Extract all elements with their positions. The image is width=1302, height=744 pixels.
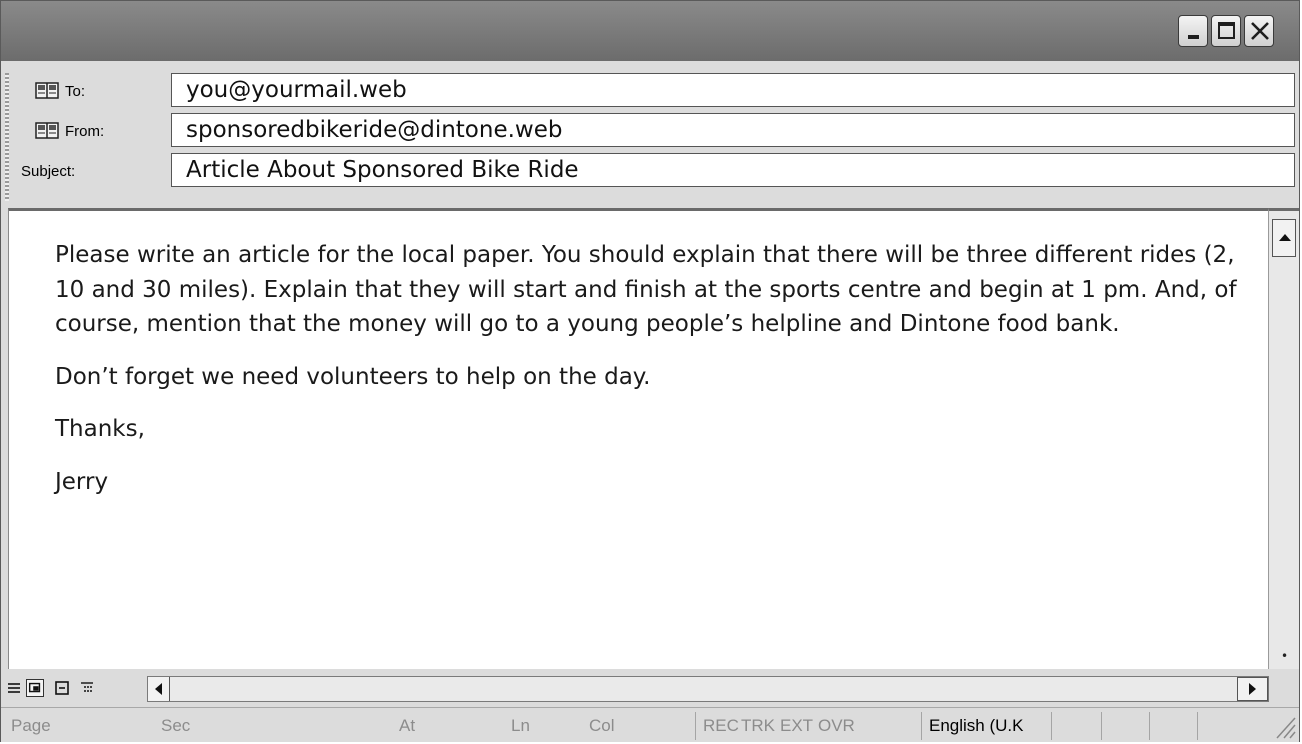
subject-label: Subject:: [21, 163, 76, 180]
address-book-icon[interactable]: [35, 82, 59, 99]
body-paragraph: Don’t forget we need volunteers to help …: [55, 363, 651, 390]
address-book-icon[interactable]: [35, 122, 59, 139]
status-bar: Page Sec At Ln Col REC TRK EXT OVR Engli…: [1, 707, 1299, 742]
minimize-icon: [1188, 35, 1199, 39]
minimize-button[interactable]: [1178, 15, 1208, 47]
status-divider: [1197, 712, 1198, 740]
body-paragraph: Jerry: [55, 468, 109, 495]
outline-view-icon[interactable]: [78, 679, 96, 697]
to-label: To:: [65, 83, 86, 100]
to-field[interactable]: you@yourmail.web: [171, 73, 1295, 107]
status-divider: [1149, 712, 1150, 740]
body-paragraph: Please write an article for the local pa…: [55, 242, 1237, 337]
status-divider: [695, 712, 696, 740]
status-trk[interactable]: TRK: [741, 714, 775, 738]
arrow-up-icon: [1279, 234, 1291, 241]
subject-field[interactable]: Article About Sponsored Bike Ride: [171, 153, 1295, 187]
resize-grip-icon[interactable]: [1271, 712, 1297, 740]
scroll-end-marker: •: [1281, 649, 1289, 663]
message-header: To: you@yourmail.web From: sponsoredbike…: [1, 61, 1299, 207]
horizontal-scrollbar[interactable]: [147, 676, 1269, 702]
status-page: Page: [11, 716, 51, 735]
arrow-left-icon: [155, 683, 162, 695]
status-ln: Ln: [511, 716, 530, 735]
status-sec: Sec: [161, 716, 191, 735]
title-bar[interactable]: [1, 1, 1299, 61]
message-text[interactable]: Please write an article for the local pa…: [55, 238, 1265, 517]
maximize-button[interactable]: [1211, 15, 1241, 47]
status-rec[interactable]: REC: [703, 714, 739, 738]
message-body[interactable]: Please write an article for the local pa…: [8, 208, 1268, 669]
status-divider: [921, 712, 922, 740]
vertical-scrollbar[interactable]: •: [1268, 208, 1299, 669]
print-layout-view-icon[interactable]: [53, 679, 71, 697]
status-at: At: [399, 716, 416, 735]
status-col: Col: [589, 716, 615, 735]
scroll-right-button[interactable]: [1237, 677, 1268, 701]
status-language[interactable]: English (U.K: [929, 714, 1023, 738]
status-divider: [1051, 712, 1052, 740]
body-paragraph: Thanks,: [55, 416, 145, 442]
status-divider: [1101, 712, 1102, 740]
status-ovr[interactable]: OVR: [818, 714, 855, 738]
from-label: From:: [65, 123, 105, 140]
from-field[interactable]: sponsoredbikeride@dintone.web: [171, 113, 1295, 147]
subject-row: Subject: Article About Sponsored Bike Ri…: [1, 153, 1299, 189]
status-ext[interactable]: EXT: [780, 714, 813, 738]
from-row: From: sponsoredbikeride@dintone.web: [1, 113, 1299, 149]
email-window: To: you@yourmail.web From: sponsoredbike…: [0, 0, 1300, 742]
arrow-right-icon: [1249, 683, 1256, 695]
close-icon: [1251, 22, 1269, 40]
scroll-up-button[interactable]: [1272, 219, 1296, 257]
maximize-icon: [1218, 22, 1235, 39]
view-toolbar: [1, 669, 1299, 707]
to-row: To: you@yourmail.web: [1, 73, 1299, 109]
scroll-left-button[interactable]: [148, 677, 170, 701]
close-button[interactable]: [1244, 15, 1274, 47]
web-layout-view-icon[interactable]: [26, 679, 44, 697]
normal-view-icon[interactable]: [5, 679, 23, 697]
